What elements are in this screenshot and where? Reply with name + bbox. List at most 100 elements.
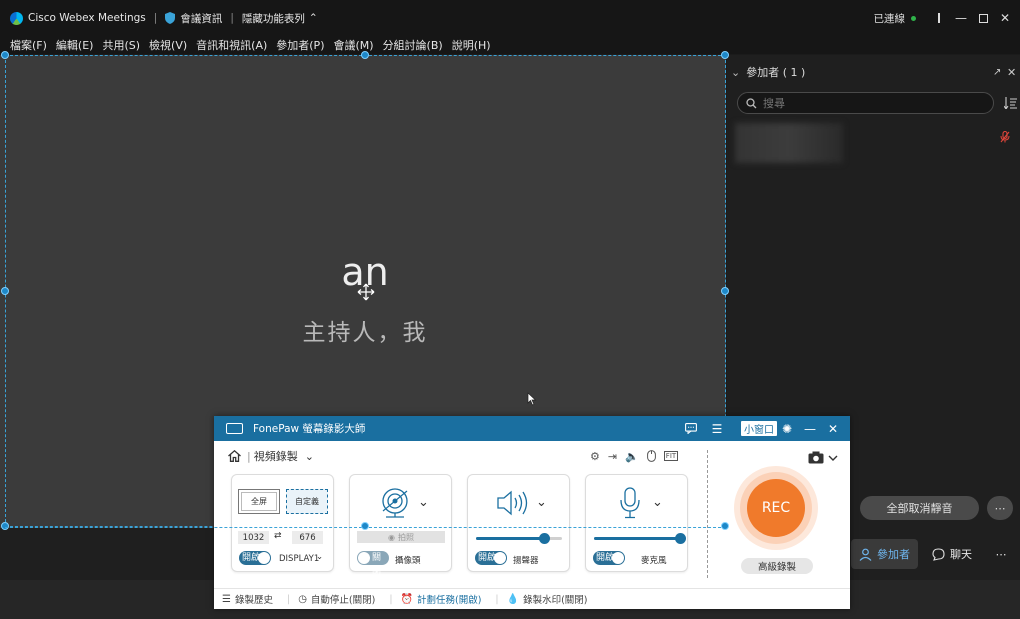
fonepaw-minimize-button[interactable]: — [801, 416, 819, 441]
menu-audio-video[interactable]: 音訊和視訊(A) [196, 37, 267, 53]
recorder-footer: ☰ 錄製歷史 | ◷ 自動停止(關閉) | ⏰ 計劃任務(開啟) | 💧 錄製水印(關閉… [214, 588, 850, 609]
chevron-up-icon[interactable]: ⌃ [309, 12, 318, 24]
title-bar: Cisco Webex Meetings | 會議資訊 | 隱藏功能表列 ⌃ 已… [0, 0, 1020, 36]
search-icon [746, 97, 757, 108]
webcam-icon[interactable] [378, 487, 412, 519]
speaker-small-icon[interactable]: 🔈 [625, 450, 639, 463]
screen-toggle[interactable]: 開啟 [239, 551, 271, 565]
muted-mic-icon[interactable] [1000, 131, 1010, 143]
menu-share[interactable]: 共用(S) [102, 37, 140, 53]
selection-handle-right[interactable] [721, 287, 729, 295]
more-tab-button[interactable]: ⋯ [986, 539, 1016, 569]
maximize-button[interactable] [972, 0, 994, 36]
menu-icon[interactable]: ☰ [708, 416, 726, 441]
menu-file[interactable]: 檔案(F) [10, 37, 47, 53]
participant-row-blurred[interactable] [735, 123, 843, 163]
microphone-icon[interactable] [619, 487, 641, 519]
mode-chevron-icon[interactable]: ⌄ [305, 450, 314, 463]
selection-handle-top-right[interactable] [721, 51, 729, 59]
speaker-toggle[interactable]: 開啟 [475, 551, 507, 565]
selection-handle-left[interactable] [1, 287, 9, 295]
popout-icon[interactable]: ↗ [993, 67, 1001, 78]
scheduled-task-button[interactable]: ⏰ 計劃任務(開啟) [401, 592, 482, 607]
participants-tab-button[interactable]: 參加者 [851, 539, 918, 569]
take-photo-button[interactable]: ◉ 拍照 [357, 531, 445, 543]
menu-breakout[interactable]: 分組討論(B) [383, 37, 443, 53]
mouse-icon[interactable] [646, 450, 656, 462]
footer-separator: | [495, 593, 499, 605]
app-title: Cisco Webex Meetings [28, 12, 146, 24]
participant-search[interactable] [737, 92, 994, 114]
meeting-info-shield-icon [165, 12, 176, 24]
display-chevron-icon[interactable]: ⌄ [316, 552, 323, 562]
selection-handle-top-left[interactable] [1, 51, 9, 59]
recording-history-button[interactable]: ☰ 錄製歷史 [222, 592, 273, 607]
feedback-icon[interactable] [682, 416, 700, 441]
link-aspect-icon[interactable]: ⇄ [274, 531, 282, 541]
screen-area-card: 全屏 自定義 1032 ⇄ 676 開啟 DISPLAY1 ⌄ [231, 474, 334, 572]
mode-separator: | [247, 449, 251, 463]
search-input[interactable] [763, 96, 963, 110]
menu-view[interactable]: 檢視(V) [149, 37, 187, 53]
photo-camera-icon: ◉ [388, 532, 395, 542]
meeting-info-button[interactable]: 會議資訊 [180, 11, 222, 26]
fit-icon[interactable]: FIT [663, 451, 679, 461]
watermark-button[interactable]: 💧 錄製水印(關閉) [507, 592, 588, 607]
custom-area-option[interactable]: 自定義 [286, 489, 328, 514]
fonepaw-close-button[interactable]: ✕ [824, 416, 842, 441]
fonepaw-recorder-window: FonePaw 螢幕錄影大師 ☰ 小窗口 ✺ — ✕ | 視頻錄製 ⌄ ⚙ ⇥ … [214, 416, 850, 609]
home-icon[interactable] [228, 450, 241, 462]
unmute-all-button[interactable]: 全部取消靜音 [860, 496, 979, 520]
advanced-recording-button[interactable]: 高級錄製 [741, 558, 813, 574]
mic-volume-fill [594, 537, 680, 540]
menu-help[interactable]: 說明(H) [452, 37, 491, 53]
height-input[interactable]: 676 [292, 531, 323, 544]
recorder-logo-icon [226, 423, 243, 434]
width-input[interactable]: 1032 [238, 531, 269, 544]
display-select[interactable]: DISPLAY1 [279, 554, 319, 564]
microphone-card: ⌄ 開啟 麥克風 [585, 474, 688, 572]
selection-handle-bottom-left[interactable] [1, 522, 9, 530]
speaker-icon[interactable] [496, 489, 530, 517]
sort-icon[interactable] [1004, 97, 1017, 109]
mic-volume-knob[interactable] [674, 533, 686, 544]
pin-window-icon[interactable]: ✺ [778, 416, 796, 441]
selection-handle-bottom-right-overlay[interactable] [721, 522, 729, 530]
hide-menu-button[interactable]: 隱藏功能表列 [242, 11, 305, 26]
auto-stop-button[interactable]: ◷ 自動停止(關閉) [298, 592, 375, 607]
chat-tab-button[interactable]: 聊天 [922, 539, 982, 569]
selection-handle-top[interactable] [361, 51, 369, 59]
export-icon[interactable]: ⇥ [608, 450, 617, 463]
connected-dot-icon [911, 15, 916, 21]
full-screen-option[interactable]: 全屏 [238, 489, 280, 514]
camera-chevron-icon[interactable]: ⌄ [418, 495, 429, 510]
mode-selector[interactable]: | 視頻錄製 ⌄ [228, 447, 314, 465]
menu-participants[interactable]: 參加者(P) [276, 37, 324, 53]
menu-edit[interactable]: 編輯(E) [56, 37, 94, 53]
panel-close-icon[interactable]: ✕ [1007, 66, 1016, 79]
menu-meeting[interactable]: 會議(M) [333, 37, 373, 53]
window-controls: 已連線 — ✕ [874, 0, 1020, 36]
screenshot-camera-icon[interactable] [808, 451, 838, 465]
fonepaw-title-bar: FonePaw 螢幕錄影大師 ☰ 小窗口 ✺ — ✕ [214, 416, 850, 441]
minimize-button[interactable]: — [950, 0, 972, 36]
connection-status: 已連線 [874, 11, 916, 26]
camera-label: 攝像頭 [395, 556, 421, 566]
pin-icon[interactable] [928, 0, 950, 36]
mini-window-button[interactable]: 小窗口 [741, 421, 777, 436]
speaker-chevron-icon[interactable]: ⌄ [536, 495, 547, 510]
mic-chevron-icon[interactable]: ⌄ [652, 495, 663, 510]
rec-button[interactable]: REC [747, 479, 805, 537]
more-options-button[interactable]: ⋯ [987, 496, 1013, 520]
selection-handle-bottom-overlay[interactable] [361, 522, 369, 530]
camera-toggle[interactable]: 關閉 [357, 551, 389, 577]
close-button[interactable]: ✕ [994, 0, 1016, 36]
fonepaw-title: FonePaw 螢幕錄影大師 [253, 423, 366, 435]
collapse-chevron-icon[interactable]: ⌄ [731, 66, 740, 79]
mode-label[interactable]: 視頻錄製 [254, 448, 298, 464]
mic-toggle[interactable]: 開啟 [593, 551, 625, 565]
settings-gear-icon[interactable]: ⚙ [590, 450, 600, 463]
menu-bar: 檔案(F) 編輯(E) 共用(S) 檢視(V) 音訊和視訊(A) 參加者(P) … [0, 36, 1020, 54]
footer-separator: | [389, 593, 393, 605]
speaker-volume-knob[interactable] [539, 533, 551, 544]
